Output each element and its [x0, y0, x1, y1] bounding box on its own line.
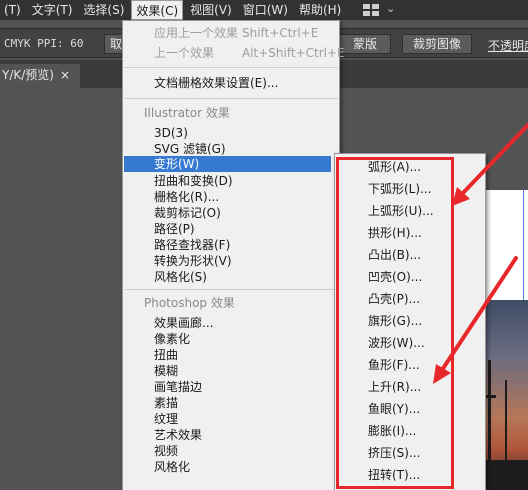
menu-select[interactable]: 选择(S) [79, 0, 128, 20]
mask-button[interactable]: 蒙版 [339, 34, 391, 54]
document-tab[interactable]: Y/K/预览) × [0, 64, 80, 88]
menu-item-svg-filters[interactable]: SVG 滤镜(G) [123, 141, 339, 157]
menu-bar: (T) 文字(T) 选择(S) 效果(C) 视图(V) 窗口(W) 帮助(H) [0, 0, 528, 20]
document-tab-title: Y/K/预览) [2, 68, 54, 82]
menu-item-crop-marks[interactable]: 裁剪标记(O) [123, 205, 339, 221]
menu-divider [124, 98, 338, 99]
menu-item-blur[interactable]: 模糊 [123, 363, 339, 379]
menu-item-video[interactable]: 视频 [123, 443, 339, 459]
annotation-box [336, 157, 454, 489]
menu-item-brush-strokes[interactable]: 画笔描边 [123, 379, 339, 395]
menu-item-ps-distort[interactable]: 扭曲 [123, 347, 339, 363]
menu-divider [124, 289, 338, 290]
menu-item-sketch[interactable]: 素描 [123, 395, 339, 411]
workspace-layout-icon[interactable] [363, 4, 379, 16]
menu-item-distort-transform[interactable]: 扭曲和变换(D) [123, 173, 339, 189]
menu-item-pathfinder[interactable]: 路径查找器(F) [123, 237, 339, 253]
menu-item-warp[interactable]: 变形(W) [124, 156, 331, 172]
menu-item-stylize[interactable]: 风格化(S) [123, 269, 339, 285]
menu-help[interactable]: 帮助(H) [295, 0, 345, 20]
apply-last-effect-item[interactable]: 应用上一个效果 Shift+Ctrl+E [123, 25, 339, 41]
photoshop-effects-header: Photoshop 效果 [144, 296, 235, 310]
crop-image-button[interactable]: 裁剪图像 [402, 34, 472, 54]
menu-effect[interactable]: 效果(C) [131, 0, 184, 20]
close-icon[interactable]: × [60, 64, 70, 86]
menu-item-ps-stylize[interactable]: 风格化 [123, 459, 339, 475]
menu-type-partial[interactable]: (T) [0, 0, 25, 20]
menu-item-rasterize[interactable]: 栅格化(R)... [123, 189, 339, 205]
effect-menu: 应用上一个效果 Shift+Ctrl+E 上一个效果 Alt+Shift+Ctr… [122, 20, 345, 490]
illustrator-effects-header: Illustrator 效果 [144, 106, 230, 120]
color-mode-readout: CMYK PPI: 60 [4, 37, 84, 50]
menu-item-artistic[interactable]: 艺术效果 [123, 427, 339, 443]
menu-text[interactable]: 文字(T) [28, 0, 77, 20]
menu-item-3d[interactable]: 3D(3) [123, 125, 339, 141]
menu-item-convert-to-shape[interactable]: 转换为形状(V) [123, 253, 339, 269]
selection-edge [523, 190, 524, 300]
menu-view[interactable]: 视图(V) [186, 0, 236, 20]
last-effect-item[interactable]: 上一个效果 Alt+Shift+Ctrl+E [123, 45, 345, 61]
menu-item-texture[interactable]: 纹理 [123, 411, 339, 427]
document-raster-settings-item[interactable]: 文档栅格效果设置(E)... [123, 75, 339, 91]
menu-divider [124, 67, 338, 68]
menu-window[interactable]: 窗口(W) [239, 0, 292, 20]
menu-item-pixelate[interactable]: 像素化 [123, 331, 339, 347]
opacity-label[interactable]: 不透明度 [488, 37, 528, 54]
chevron-down-icon[interactable]: ⌄ [386, 2, 395, 15]
menu-item-effect-gallery[interactable]: 效果画廊... [123, 315, 339, 331]
menu-item-path[interactable]: 路径(P) [123, 221, 339, 237]
